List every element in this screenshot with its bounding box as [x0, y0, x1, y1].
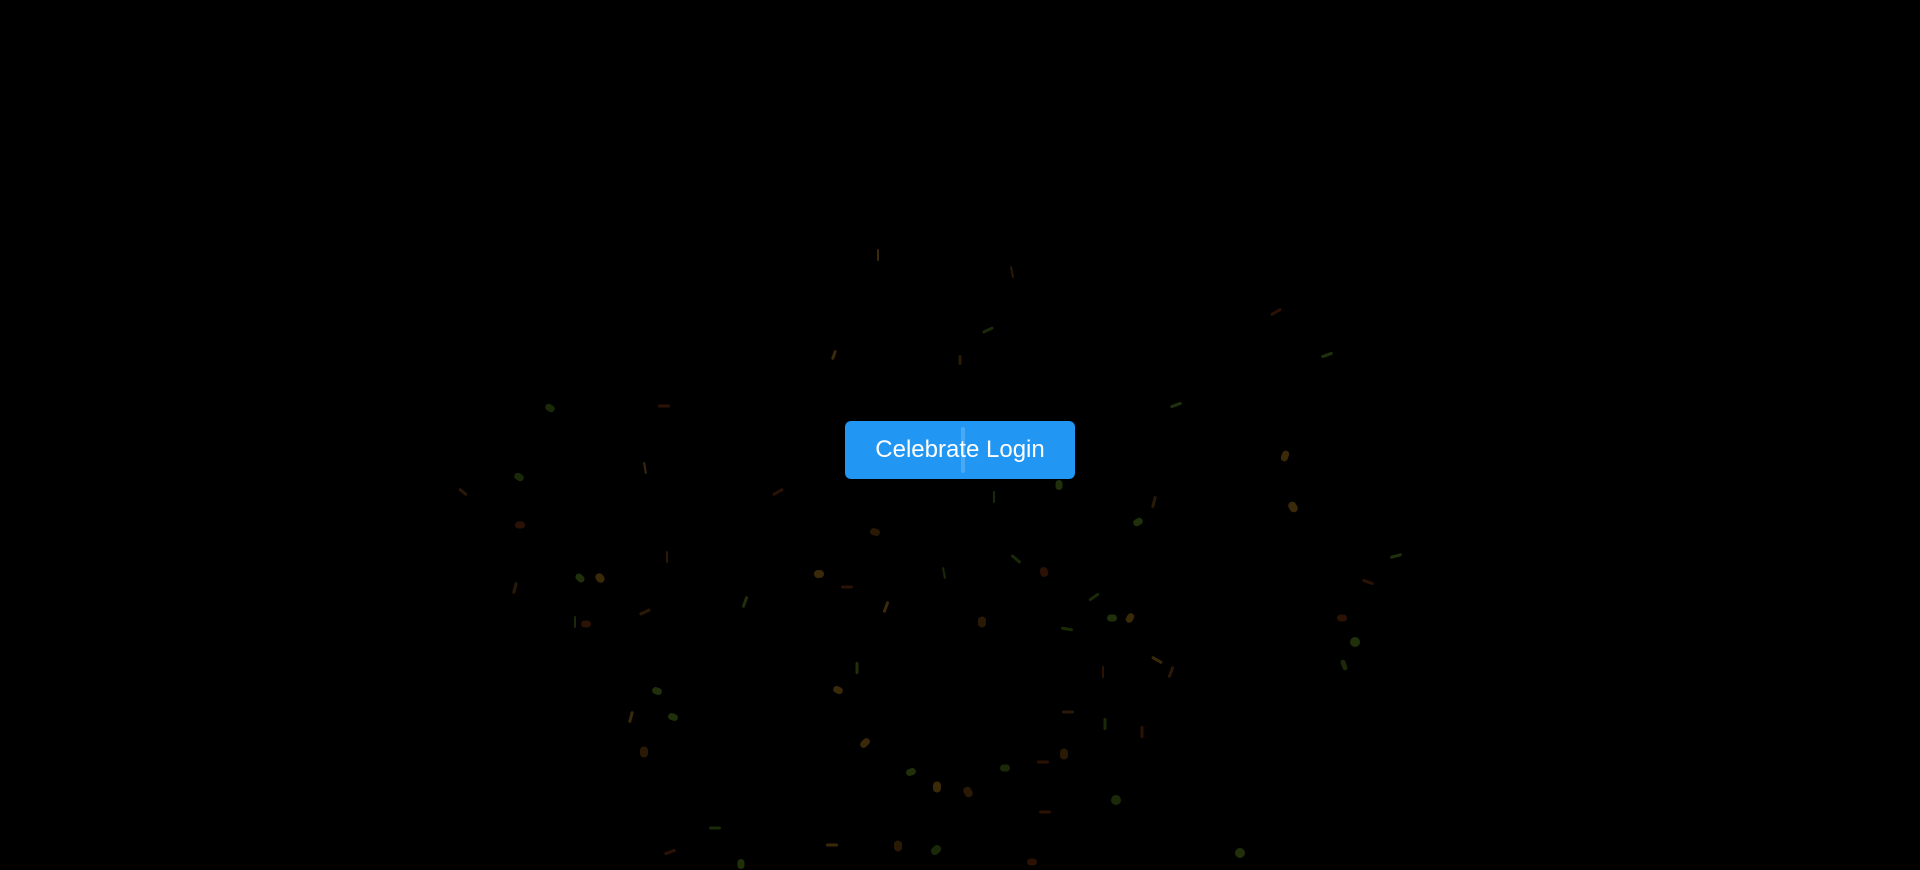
confetti-piece: [639, 608, 651, 616]
confetti-piece: [1102, 666, 1104, 678]
confetti-piece: [1039, 810, 1051, 814]
confetti-piece: [978, 616, 986, 628]
confetti-piece: [1037, 760, 1049, 764]
confetti-piece: [666, 551, 668, 563]
confetti-piece: [958, 355, 962, 365]
confetti-piece: [1337, 614, 1347, 622]
confetti-piece: [595, 573, 605, 583]
confetti-piece: [1167, 666, 1175, 678]
confetti-piece: [640, 746, 648, 758]
confetti-piece: [1280, 450, 1290, 462]
confetti-piece: [458, 488, 468, 496]
confetti-piece: [1027, 858, 1037, 866]
confetti-piece: [772, 488, 784, 496]
celebrate-login-button[interactable]: Celebrate Login: [845, 421, 1075, 479]
confetti-piece: [1151, 496, 1157, 508]
confetti-piece: [1390, 553, 1402, 559]
confetti-piece: [574, 616, 576, 628]
confetti-piece: [894, 840, 902, 852]
confetti-piece: [1039, 567, 1049, 577]
confetti-piece: [1088, 592, 1100, 602]
confetti-piece: [1151, 656, 1163, 664]
confetti-piece: [841, 585, 853, 589]
confetti-piece: [870, 528, 880, 536]
confetti-piece: [1103, 718, 1107, 730]
confetti-piece: [1140, 726, 1144, 738]
confetti-piece: [1000, 764, 1010, 772]
confetti-piece: [664, 848, 676, 856]
confetti-piece: [1060, 748, 1068, 760]
confetti-piece: [1061, 626, 1073, 632]
confetti-piece: [1011, 554, 1021, 564]
confetti-piece: [833, 685, 843, 695]
confetti-piece: [933, 781, 941, 793]
confetti-piece: [1111, 795, 1121, 805]
confetti-piece: [514, 472, 524, 482]
confetti-piece: [512, 582, 518, 594]
celebrate-login-label: Celebrate Login: [875, 436, 1045, 463]
confetti-piece: [1235, 848, 1245, 858]
confetti-piece: [658, 404, 670, 408]
confetti-piece: [652, 686, 662, 696]
confetti-piece: [1125, 613, 1135, 623]
confetti-piece: [942, 567, 946, 579]
confetti-piece: [1288, 501, 1298, 513]
confetti-piece: [1107, 614, 1117, 622]
confetti-piece: [709, 826, 721, 830]
confetti-piece: [906, 767, 916, 777]
confetti-piece: [1133, 517, 1143, 527]
confetti-piece: [877, 249, 879, 261]
confetti-piece: [855, 662, 859, 674]
confetti-piece: [1270, 308, 1282, 316]
confetti-piece: [930, 844, 942, 856]
confetti-piece: [628, 711, 634, 723]
confetti-piece: [737, 859, 745, 869]
confetti-piece: [1055, 480, 1063, 490]
confetti-piece: [963, 786, 973, 798]
confetti-piece: [545, 403, 555, 413]
confetti-piece: [643, 462, 647, 474]
confetti-piece: [860, 738, 870, 748]
confetti-piece: [575, 573, 585, 583]
confetti-piece: [882, 601, 890, 613]
confetti-piece: [581, 620, 591, 628]
confetti-piece: [515, 521, 525, 529]
confetti-piece: [1350, 637, 1360, 647]
confetti-piece: [1062, 710, 1074, 714]
page-canvas: Celebrate Login: [0, 0, 1920, 870]
confetti-piece: [1321, 351, 1333, 359]
confetti-piece: [1340, 659, 1348, 671]
confetti-piece: [814, 570, 824, 578]
confetti-piece: [1362, 578, 1374, 586]
confetti-piece: [1010, 266, 1014, 278]
confetti-piece: [1170, 401, 1182, 409]
confetti-piece: [668, 712, 678, 722]
confetti-piece: [831, 350, 837, 360]
confetti-piece: [993, 491, 995, 503]
confetti-piece: [741, 596, 749, 608]
confetti-piece: [982, 326, 994, 334]
confetti-piece: [826, 843, 838, 847]
